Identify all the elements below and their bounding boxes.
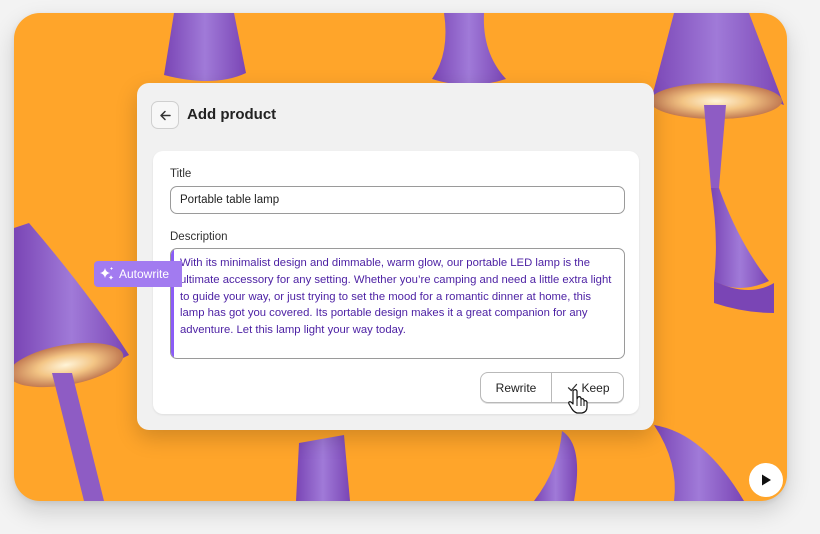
page-title: Add product bbox=[187, 106, 277, 123]
description-label: Description bbox=[170, 231, 228, 243]
title-value: Portable table lamp bbox=[180, 194, 280, 206]
play-button[interactable] bbox=[749, 463, 783, 497]
autowrite-badge: Autowrite bbox=[94, 261, 182, 287]
description-textarea[interactable]: With its minimalist design and dimmable,… bbox=[170, 248, 625, 359]
suggestion-actions: Rewrite Keep bbox=[480, 372, 624, 403]
autowrite-label: Autowrite bbox=[119, 267, 170, 281]
title-label: Title bbox=[170, 168, 192, 180]
sparkle-icon bbox=[100, 267, 114, 280]
arrow-left-icon bbox=[159, 110, 171, 120]
pointer-hand-icon bbox=[568, 389, 588, 414]
title-input[interactable]: Portable table lamp bbox=[170, 186, 625, 214]
add-product-card: Add product Title Portable table lamp De… bbox=[137, 83, 654, 430]
play-icon bbox=[762, 474, 771, 486]
rewrite-label: Rewrite bbox=[495, 380, 537, 395]
rewrite-button[interactable]: Rewrite bbox=[481, 373, 552, 402]
video-preview[interactable]: Add product Title Portable table lamp De… bbox=[14, 13, 787, 501]
back-button[interactable] bbox=[151, 101, 179, 129]
product-form: Title Portable table lamp Description Wi… bbox=[153, 151, 639, 414]
description-value: With its minimalist design and dimmable,… bbox=[180, 257, 612, 337]
